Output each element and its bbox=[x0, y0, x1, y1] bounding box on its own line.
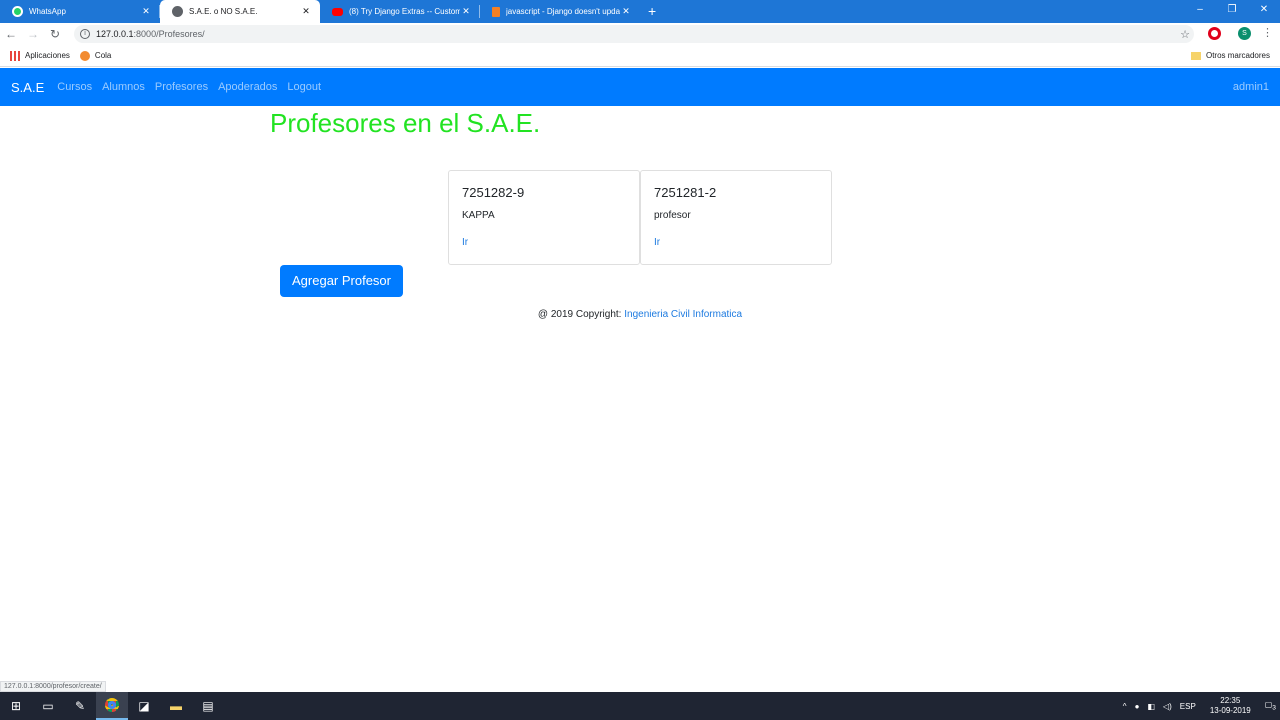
bookmark-star-icon[interactable]: ☆ bbox=[1180, 28, 1190, 41]
address-bar[interactable]: i 127.0.0.1:8000/Profesores/ ☆ bbox=[74, 25, 1194, 43]
bookmarks-bar: Aplicaciones Cola Otros marcadores bbox=[0, 45, 1280, 67]
tray-expand-icon[interactable]: ^ bbox=[1123, 702, 1127, 711]
close-tab-icon[interactable]: ✕ bbox=[300, 6, 312, 17]
nav-link-cursos[interactable]: Cursos bbox=[57, 81, 92, 93]
window-controls: – ❐ ✕ bbox=[1184, 0, 1280, 23]
chrome-taskbar-icon[interactable] bbox=[96, 692, 128, 720]
browser-tab[interactable]: (8) Try Django Extras -- Customiz ✕ bbox=[320, 0, 480, 23]
bookmark-label: Aplicaciones bbox=[25, 51, 70, 60]
nav-link-apoderados[interactable]: Apoderados bbox=[218, 81, 277, 93]
tab-title: (8) Try Django Extras -- Customiz bbox=[349, 7, 460, 16]
clock-date: 13-09-2019 bbox=[1209, 706, 1251, 715]
tab-title: S.A.E. o NO S.A.E. bbox=[189, 7, 258, 16]
site-navbar: S.A.E Cursos Alumnos Profesores Apoderad… bbox=[0, 68, 1280, 106]
card-rut: 7251281-2 bbox=[654, 185, 717, 200]
app-taskbar-icon[interactable]: ◪ bbox=[128, 692, 160, 720]
footer-link[interactable]: Ingenieria Civil Informatica bbox=[624, 309, 742, 320]
nav-user[interactable]: admin1 bbox=[1233, 81, 1269, 93]
browser-toolbar: ← → ↻ i 127.0.0.1:8000/Profesores/ ☆ S ⋮ bbox=[0, 23, 1280, 45]
other-bookmarks[interactable]: Otros marcadores bbox=[1190, 51, 1270, 60]
opera-extension-icon[interactable] bbox=[1208, 27, 1221, 40]
clock[interactable]: 22:35 13-09-2019 bbox=[1210, 696, 1251, 716]
url-path: :8000/Profesores/ bbox=[133, 29, 205, 39]
close-window-icon[interactable]: ✕ bbox=[1248, 0, 1280, 23]
browser-tab[interactable]: WhatsApp ✕ bbox=[0, 0, 160, 23]
add-profesor-button[interactable]: Agregar Profesor bbox=[280, 265, 403, 297]
footer-text: @ 2019 Copyright: bbox=[537, 309, 625, 320]
close-tab-icon[interactable]: ✕ bbox=[620, 6, 632, 17]
notification-icon[interactable]: ▢3 bbox=[1265, 700, 1276, 712]
profesor-card: 7251282-9 KAPPA Ir bbox=[448, 170, 640, 265]
network-icon[interactable]: ◧ bbox=[1147, 702, 1155, 711]
back-arrow-icon[interactable]: ← bbox=[0, 27, 22, 41]
card-rut: 7251282-9 bbox=[462, 185, 525, 200]
task-view-icon[interactable]: ▭ bbox=[32, 692, 64, 720]
file-explorer-icon[interactable]: ▬ bbox=[160, 692, 192, 720]
whatsapp-icon bbox=[12, 6, 23, 17]
nav-link-profesores[interactable]: Profesores bbox=[155, 81, 208, 93]
close-tab-icon[interactable]: ✕ bbox=[460, 6, 472, 17]
cola-icon bbox=[79, 50, 90, 61]
forward-arrow-icon[interactable]: → bbox=[22, 27, 44, 41]
volume-icon[interactable]: ◁) bbox=[1163, 702, 1172, 711]
bookmark-apps[interactable]: Aplicaciones bbox=[10, 50, 70, 61]
language-indicator[interactable]: ESP bbox=[1180, 702, 1196, 711]
profesor-card: 7251281-2 profesor Ir bbox=[640, 170, 832, 265]
terminal-icon[interactable]: ▤ bbox=[192, 692, 224, 720]
card-name: profesor bbox=[654, 210, 691, 221]
info-icon[interactable]: i bbox=[80, 29, 90, 39]
site-brand[interactable]: S.A.E bbox=[11, 80, 44, 95]
page-title: Profesores en el S.A.E. bbox=[270, 108, 541, 138]
url-host: 127.0.0.1 bbox=[96, 29, 134, 39]
youtube-icon bbox=[332, 7, 343, 16]
profile-avatar[interactable]: S bbox=[1238, 27, 1251, 40]
restore-icon[interactable]: ❐ bbox=[1216, 0, 1248, 23]
stackoverflow-icon bbox=[492, 6, 500, 17]
browser-menu-icon[interactable]: ⋮ bbox=[1262, 26, 1273, 39]
card-link[interactable]: Ir bbox=[462, 237, 626, 248]
bookmark-cola[interactable]: Cola bbox=[79, 50, 112, 61]
status-bar-url: 127.0.0.1:8000/profesor/create/ bbox=[0, 681, 106, 692]
system-tray: ^ ● ◧ ◁) ESP 22:35 13-09-2019 ▢3 bbox=[1119, 692, 1280, 720]
windows-start-icon[interactable]: ⊞ bbox=[0, 692, 32, 720]
card-link[interactable]: Ir bbox=[654, 237, 818, 248]
browser-tab-strip: WhatsApp ✕ S.A.E. o NO S.A.E. ✕ (8) Try … bbox=[0, 0, 1280, 23]
clock-time: 22:35 bbox=[1220, 696, 1241, 705]
new-tab-button[interactable]: + bbox=[640, 0, 664, 23]
footer: @ 2019 Copyright: Ingenieria Civil Infor… bbox=[0, 309, 1280, 320]
card-name: KAPPA bbox=[462, 210, 495, 221]
tab-title: javascript - Django doesn't upda bbox=[506, 7, 620, 16]
folder-icon bbox=[1190, 51, 1201, 60]
reload-icon[interactable]: ↻ bbox=[44, 27, 66, 41]
bookmark-label: Cola bbox=[94, 51, 112, 60]
nav-link-alumnos[interactable]: Alumnos bbox=[102, 81, 145, 93]
close-tab-icon[interactable]: ✕ bbox=[140, 6, 152, 17]
tab-title: WhatsApp bbox=[29, 7, 66, 16]
notification-count: 3 bbox=[1272, 704, 1276, 712]
minimize-icon[interactable]: – bbox=[1184, 0, 1216, 23]
notepad-icon[interactable]: ✎ bbox=[64, 692, 96, 720]
browser-tab-active[interactable]: S.A.E. o NO S.A.E. ✕ bbox=[160, 0, 320, 23]
apps-icon bbox=[10, 50, 20, 61]
windows-taskbar: ⊞ ▭ ✎ ◪ ▬ ▤ ^ ● ◧ ◁) ESP 22:35 13-09-201… bbox=[0, 692, 1280, 720]
profesor-card-list: 7251282-9 KAPPA Ir 7251281-2 profesor Ir bbox=[448, 170, 832, 265]
other-bookmarks-label: Otros marcadores bbox=[1205, 51, 1270, 60]
browser-tab[interactable]: javascript - Django doesn't upda ✕ bbox=[480, 0, 640, 23]
microphone-icon[interactable]: ● bbox=[1135, 702, 1140, 711]
nav-link-logout[interactable]: Logout bbox=[287, 81, 321, 93]
globe-icon bbox=[172, 6, 183, 17]
